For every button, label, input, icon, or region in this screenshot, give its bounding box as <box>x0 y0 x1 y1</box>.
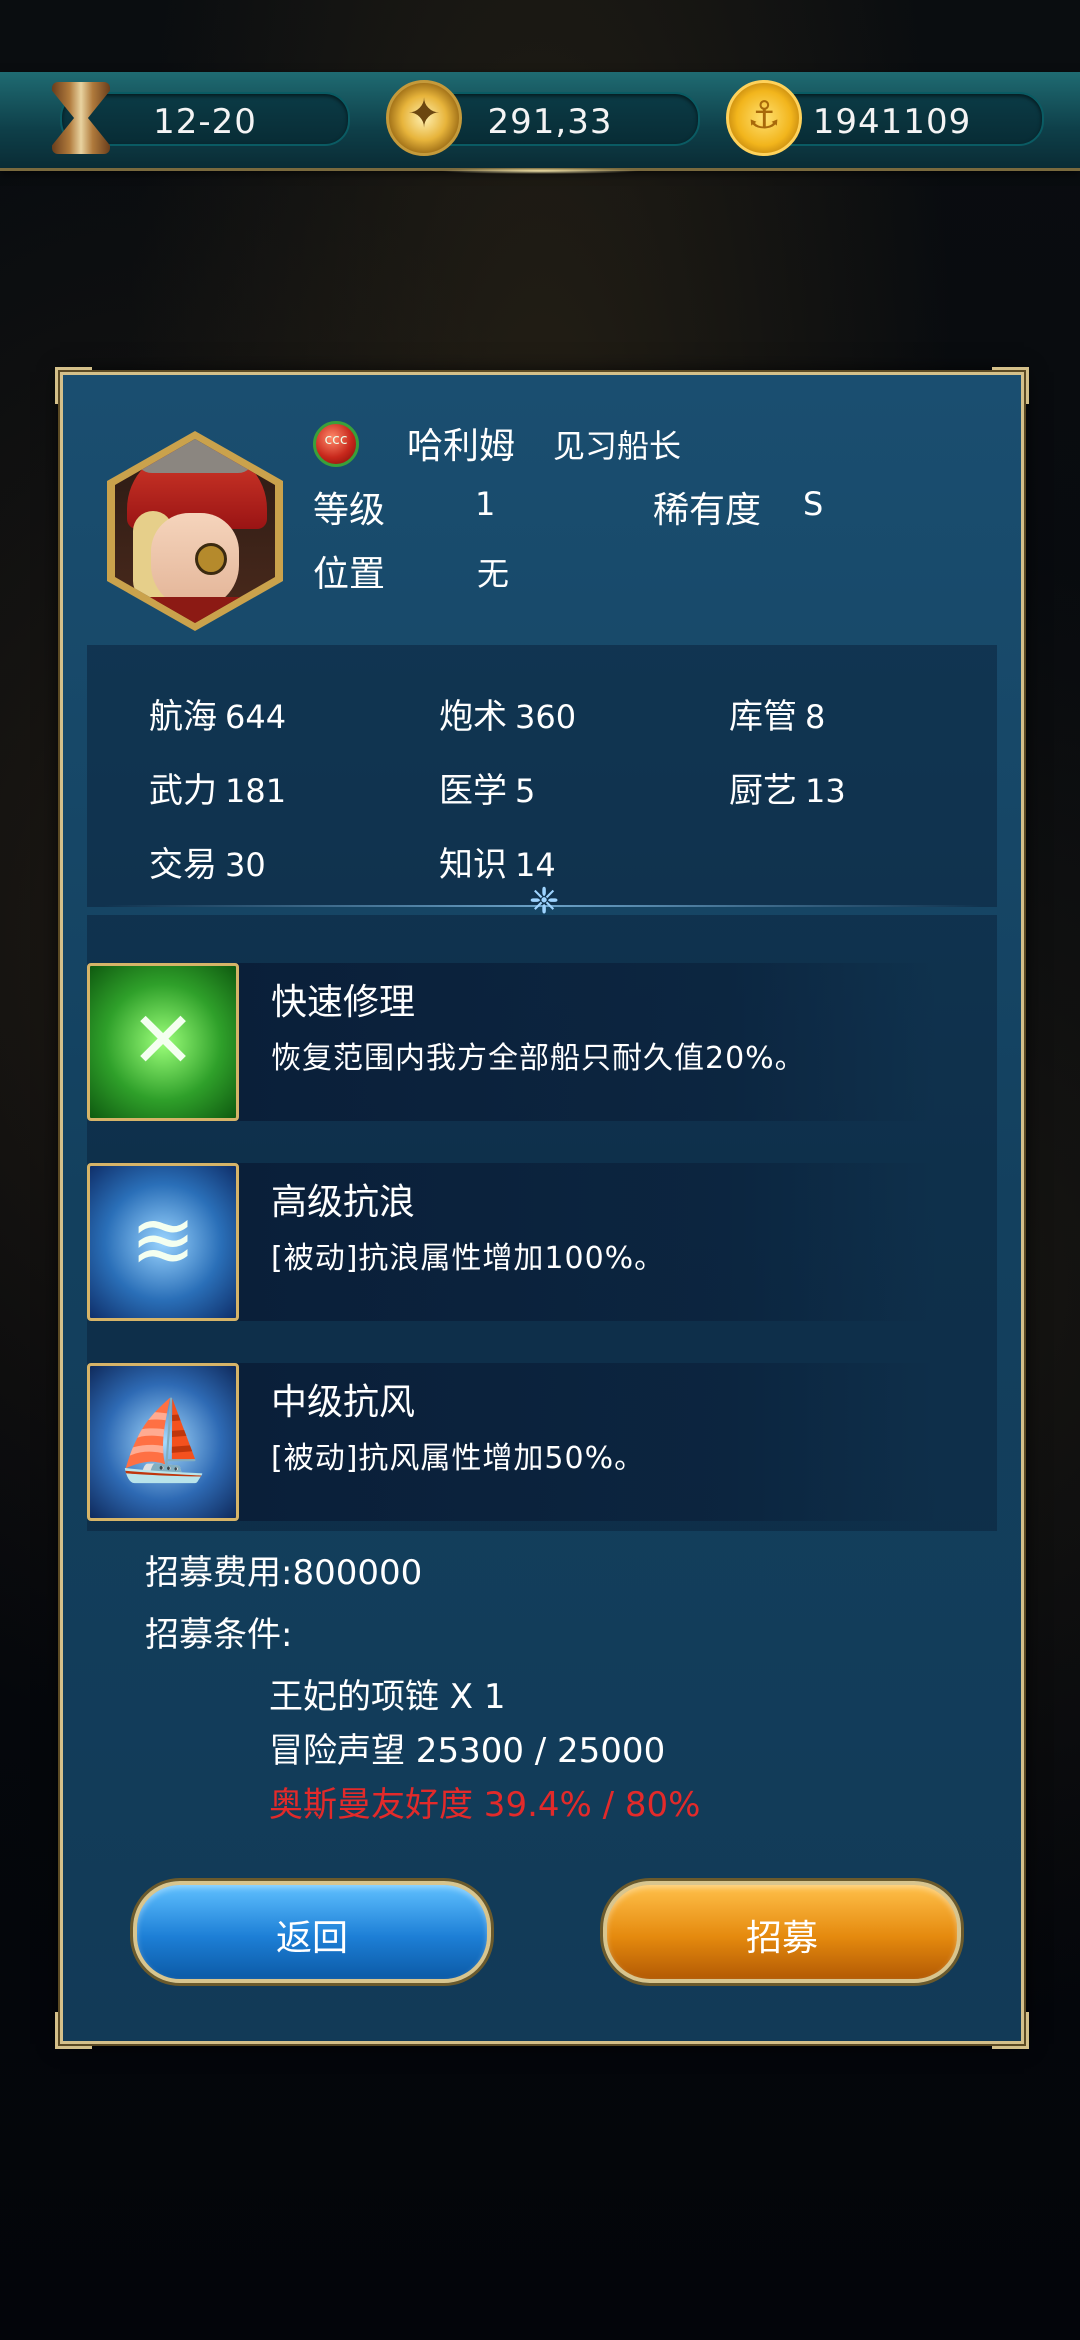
skill-name: 高级抗浪 <box>271 1182 416 1223</box>
grade-gem-icon: ccc <box>313 421 359 467</box>
resource-bar: 12-20 291,33 1941109 <box>0 72 1080 174</box>
wind-sail-icon[interactable]: ⛵ <box>87 1363 239 1521</box>
back-button-label: 返回 <box>275 1918 348 1959</box>
recruit-conditions-label: 招募条件: <box>145 1615 293 1655</box>
captain-name: 哈利姆 <box>407 426 516 467</box>
skill-description: [被动]抗风属性增加50%。 <box>271 1441 646 1476</box>
recruit-dialog: ccc 哈利姆 见习船长 等级 1 稀有度 S 位置 无 航海 644 炮术 360… <box>55 367 1029 2049</box>
date-value: 12-20 <box>153 102 257 142</box>
level-value: 1 <box>475 485 496 523</box>
stat-item: 医学 5 <box>439 771 536 811</box>
rarity-value: S <box>803 485 824 523</box>
corner-ornament <box>55 367 92 404</box>
monocle-icon <box>195 543 227 575</box>
condition-item: 王妃的项链 X 1 <box>269 1677 506 1717</box>
skill-row[interactable]: ✕ 快速修理 恢复范围内我方全部船只耐久值20%。 <box>87 963 997 1121</box>
recruit-cost: 招募费用:800000 <box>145 1545 422 1594</box>
position-label: 位置 <box>313 554 386 595</box>
captain-title: 见习船长 <box>553 427 682 465</box>
skill-list: ✕ 快速修理 恢复范围内我方全部船只耐久值20%。 ≋ 高级抗浪 [被动]抗浪属… <box>87 915 997 1531</box>
wave-icon[interactable]: ≋ <box>87 1163 239 1321</box>
condition-item: 冒险声望 25300 / 25000 <box>269 1731 666 1771</box>
recruit-cost-value: 800000 <box>292 1553 423 1593</box>
corner-ornament <box>992 2012 1029 2049</box>
skill-name: 快速修理 <box>271 982 416 1023</box>
grade-gem-label: ccc <box>324 432 348 448</box>
skill-description: 恢复范围内我方全部船只耐久值20%。 <box>271 1041 806 1076</box>
condition-item-unmet: 奥斯曼友好度 39.4% / 80% <box>269 1785 701 1825</box>
corner-ornament <box>55 2012 92 2049</box>
position-value: 无 <box>477 555 510 593</box>
stat-item: 航海 644 <box>149 697 287 737</box>
stat-item: 交易 30 <box>149 845 266 885</box>
compass-icon <box>386 80 462 156</box>
stat-item: 武力 181 <box>149 771 287 811</box>
rarity-label: 稀有度 <box>653 490 762 531</box>
skill-name: 中级抗风 <box>271 1382 416 1423</box>
back-button[interactable]: 返回 <box>133 1881 491 1983</box>
gold-coin-icon <box>726 80 802 156</box>
recruit-cost-label: 招募费用: <box>145 1553 293 1593</box>
level-label: 等级 <box>313 490 386 531</box>
recruit-button-label: 招募 <box>745 1918 818 1959</box>
captain-portrait <box>107 431 283 631</box>
attribute-grid: 航海 644 炮术 360 库管 8 武力 181 医学 5 厨艺 13 交易 30 知识 14 <box>87 645 997 907</box>
repair-icon[interactable]: ✕ <box>87 963 239 1121</box>
stat-item: 库管 8 <box>729 697 826 737</box>
skill-description: [被动]抗浪属性增加100%。 <box>271 1241 666 1276</box>
skill-row[interactable]: ≋ 高级抗浪 [被动]抗浪属性增加100%。 <box>87 1163 997 1321</box>
stat-item: 知识 14 <box>439 845 556 885</box>
stat-item: 炮术 360 <box>439 697 577 737</box>
corner-ornament <box>992 367 1029 404</box>
stat-item: 厨艺 13 <box>729 771 846 811</box>
recruit-button[interactable]: 招募 <box>603 1881 961 1983</box>
skill-row[interactable]: ⛵ 中级抗风 [被动]抗风属性增加50%。 <box>87 1363 997 1521</box>
